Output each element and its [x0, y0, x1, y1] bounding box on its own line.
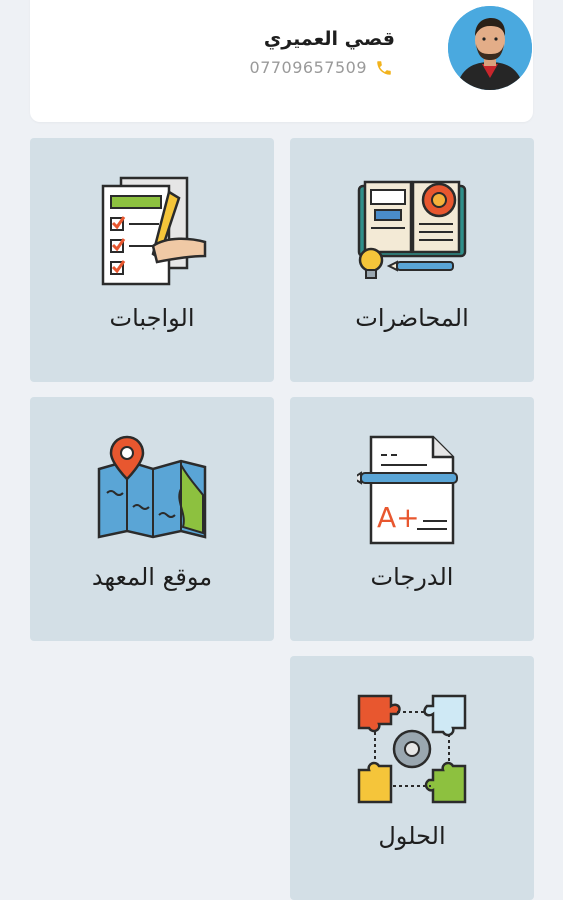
grades-paper-icon: A+	[357, 435, 458, 545]
phone-number: 07709657509	[249, 58, 367, 77]
tile-label: موقع المعهد	[91, 563, 213, 591]
phone-row: 07709657509	[250, 58, 393, 77]
puzzle-solutions-icon	[357, 694, 467, 804]
tile-location[interactable]: موقع المعهد	[30, 397, 274, 641]
lectures-book-gear-icon	[357, 180, 467, 279]
tile-label: الواجبات	[109, 304, 195, 332]
tile-homework[interactable]: الواجبات	[30, 138, 274, 382]
tile-lectures[interactable]: المحاضرات	[290, 138, 534, 382]
tile-label: المحاضرات	[355, 304, 469, 332]
tile-solutions[interactable]: الحلول	[290, 656, 534, 900]
map-location-icon	[97, 435, 207, 539]
tile-label: الحلول	[378, 822, 446, 850]
phone-icon	[377, 60, 391, 75]
homework-checklist-icon	[101, 176, 207, 286]
avatar[interactable]	[448, 6, 532, 90]
user-avatar-icon	[448, 6, 532, 90]
profile-card: قصي العميري 07709657509	[30, 0, 533, 122]
profile-name: قصي العميري	[263, 28, 395, 50]
svg-text:A+: A+	[377, 501, 420, 534]
tile-grades[interactable]: A+ الدرجات	[290, 397, 534, 641]
tile-label: الدرجات	[370, 563, 454, 591]
